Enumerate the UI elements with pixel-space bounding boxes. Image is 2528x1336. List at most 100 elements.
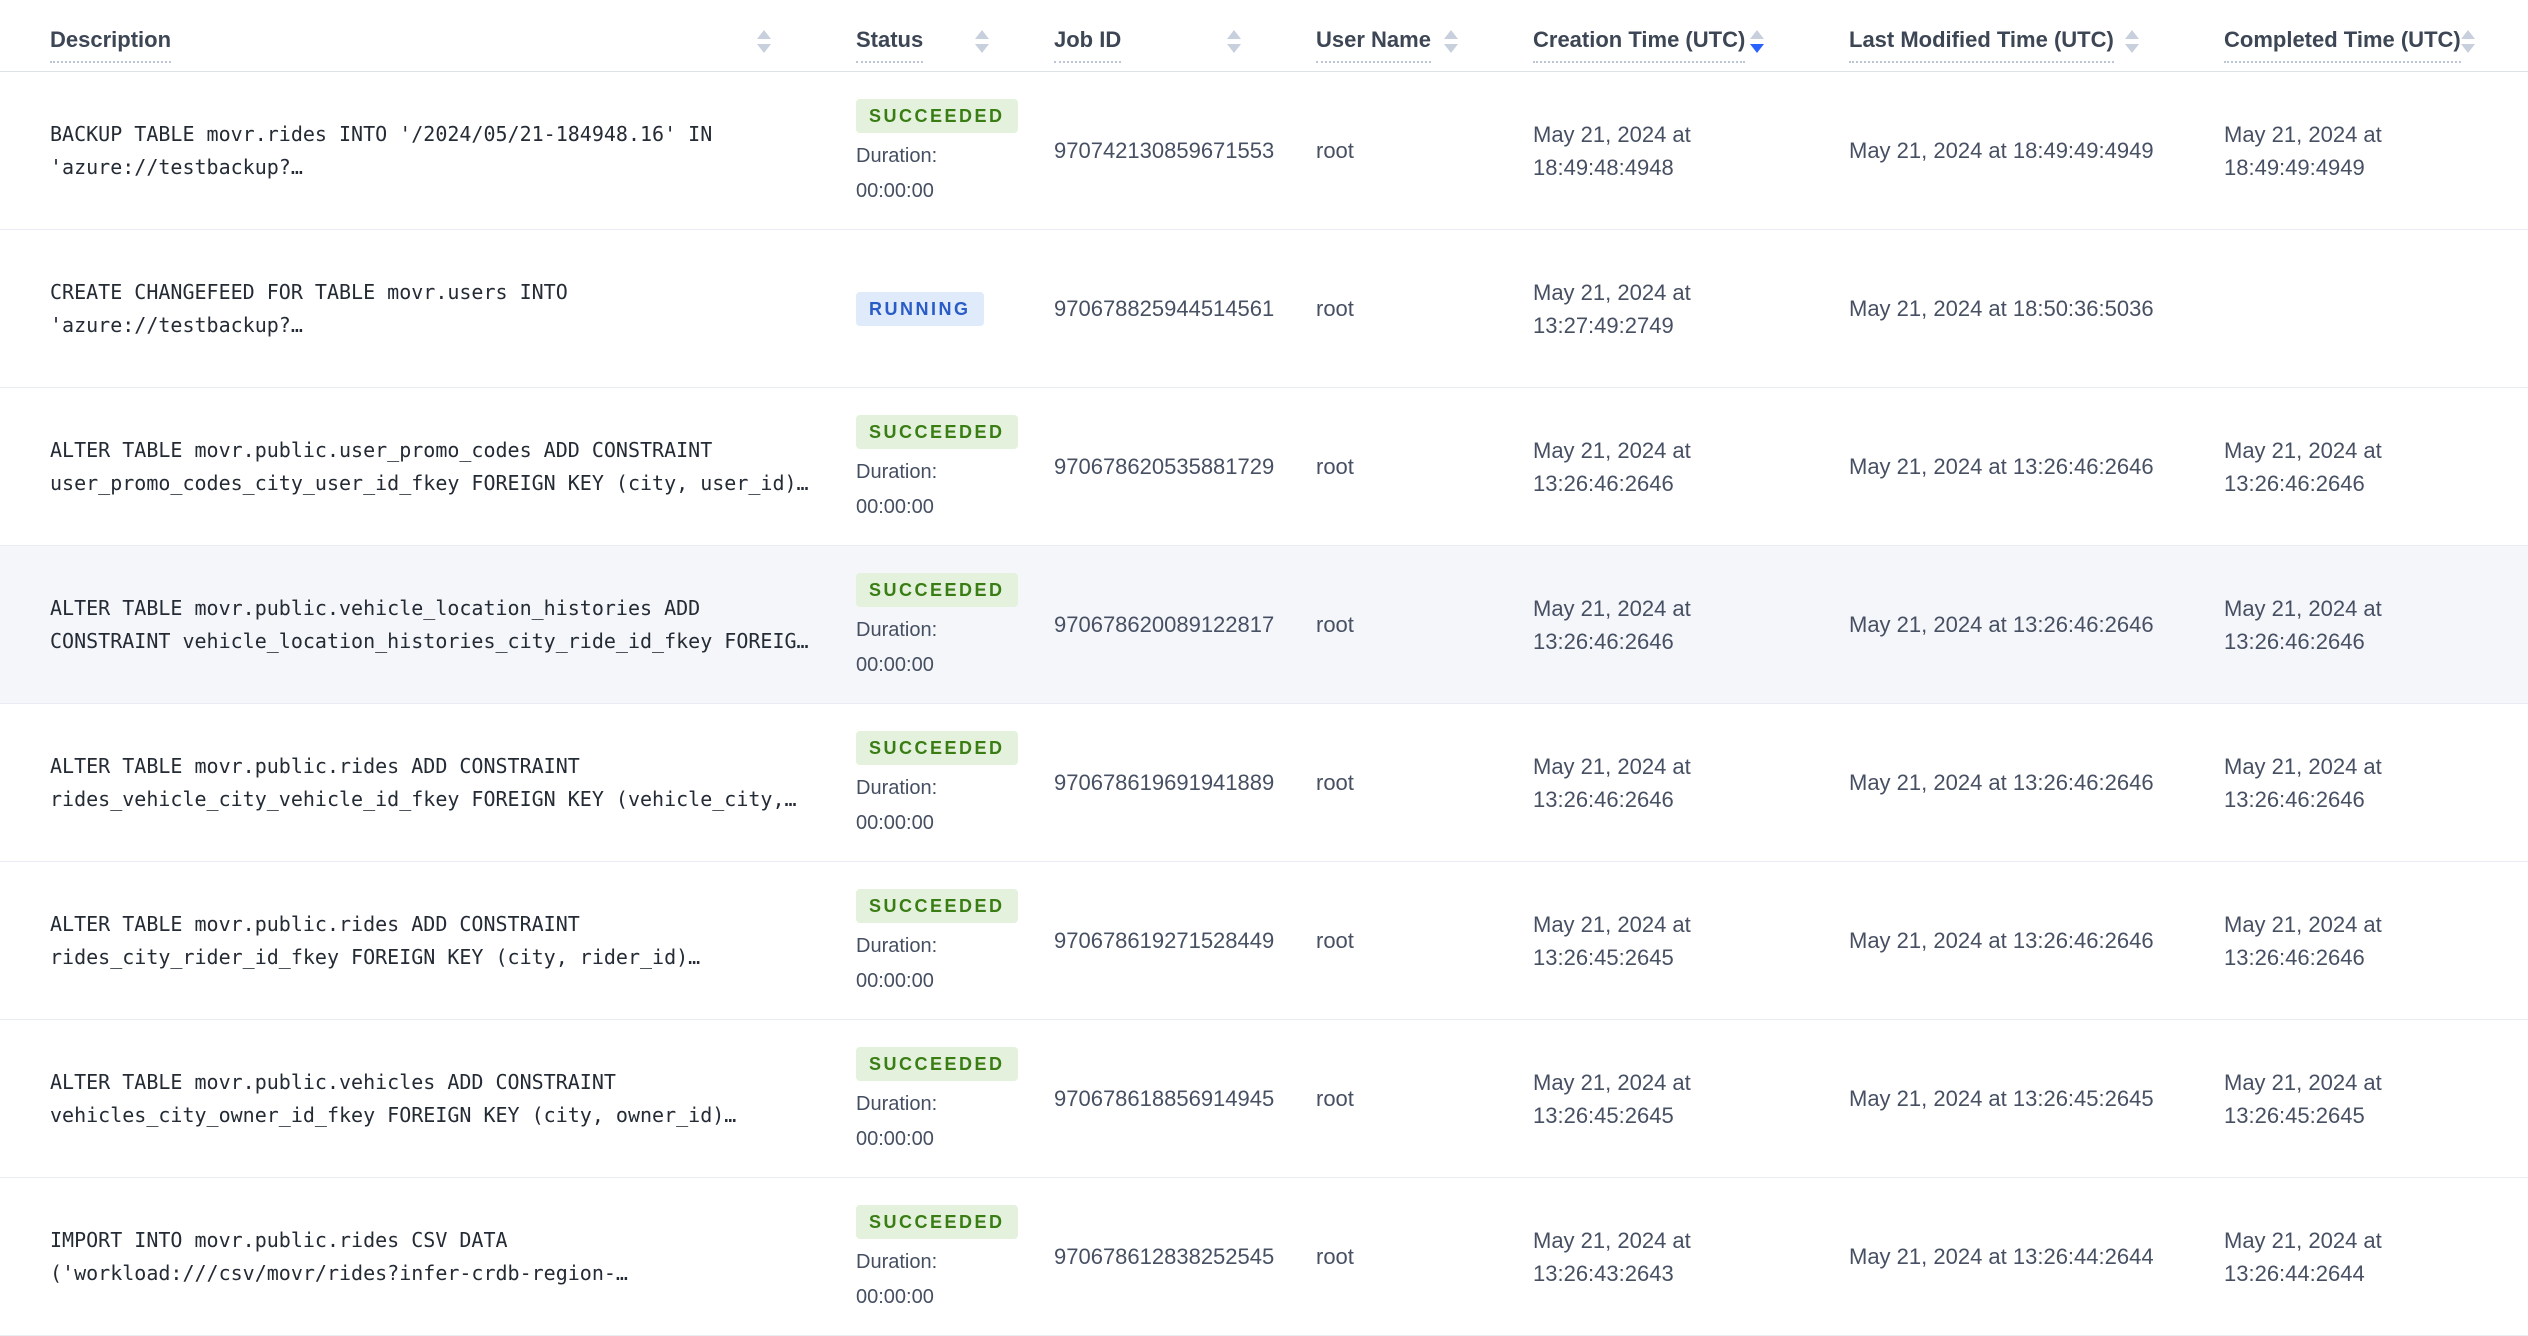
sort-control[interactable] bbox=[757, 28, 771, 53]
duration-label: Duration: bbox=[856, 1092, 938, 1115]
column-label-status: Status bbox=[856, 28, 924, 63]
creation-time: May 21, 2024 at 13:26:43:2643 bbox=[1533, 1227, 1691, 1286]
job-status-cell: SUCCEEDED Duration: 00:00:00 bbox=[856, 1020, 1054, 1177]
creation-time: May 21, 2024 at 18:49:48:4948 bbox=[1533, 121, 1691, 180]
duration-value: 00:00:00 bbox=[856, 179, 934, 202]
completed-time: May 21, 2024 at 13:26:46:2646 bbox=[2224, 437, 2382, 496]
sort-desc-icon[interactable] bbox=[975, 44, 989, 53]
job-id: 970678618856914945 bbox=[1054, 1086, 1275, 1111]
duration-label: Duration: bbox=[856, 618, 938, 641]
column-header-user-name[interactable]: User Name bbox=[1316, 0, 1533, 71]
status-badge: SUCCEEDED bbox=[856, 730, 1018, 765]
last-modified-time: May 21, 2024 at 13:26:46:2646 bbox=[1849, 770, 2154, 795]
status-badge: SUCCEEDED bbox=[856, 1046, 1018, 1081]
job-status-cell: SUCCEEDED Duration: 00:00:00 bbox=[856, 388, 1054, 545]
sort-control[interactable] bbox=[1227, 28, 1241, 53]
sort-desc-icon[interactable] bbox=[1227, 44, 1241, 53]
sort-asc-icon[interactable] bbox=[2125, 30, 2139, 39]
duration-label: Duration: bbox=[856, 776, 938, 799]
job-description-link[interactable]: ALTER TABLE movr.public.user_promo_codes… bbox=[0, 388, 856, 545]
sort-control[interactable] bbox=[1444, 28, 1458, 53]
column-header-description[interactable]: Description bbox=[0, 0, 856, 71]
job-status-cell: SUCCEEDED Duration: 00:00:00 bbox=[856, 704, 1054, 861]
job-status-cell: SUCCEEDED Duration: 00:00:00 bbox=[856, 546, 1054, 703]
table-row: ALTER TABLE movr.public.rides ADD CONSTR… bbox=[0, 704, 2528, 862]
sort-control[interactable] bbox=[975, 28, 989, 53]
status-badge: SUCCEEDED bbox=[856, 572, 1018, 607]
column-header-completed-time[interactable]: Completed Time (UTC) bbox=[2224, 0, 2528, 71]
job-id: 970678620535881729 bbox=[1054, 454, 1275, 479]
table-row: ALTER TABLE movr.public.rides ADD CONSTR… bbox=[0, 862, 2528, 1020]
last-modified-time: May 21, 2024 at 18:49:49:4949 bbox=[1849, 138, 2154, 163]
job-id: 970678619271528449 bbox=[1054, 928, 1275, 953]
column-header-last-modified-time[interactable]: Last Modified Time (UTC) bbox=[1849, 0, 2224, 71]
sort-asc-icon[interactable] bbox=[2460, 30, 2475, 39]
last-modified-time: May 21, 2024 at 13:26:46:2646 bbox=[1849, 454, 2154, 479]
sort-asc-icon[interactable] bbox=[757, 30, 771, 39]
column-header-job-id[interactable]: Job ID bbox=[1054, 0, 1316, 71]
job-description-link[interactable]: ALTER TABLE movr.public.rides ADD CONSTR… bbox=[0, 862, 856, 1019]
status-badge: SUCCEEDED bbox=[856, 888, 1018, 923]
sort-control[interactable] bbox=[2460, 28, 2475, 53]
job-id: 970678612838252545 bbox=[1054, 1244, 1275, 1269]
sort-desc-icon-active[interactable] bbox=[1750, 44, 1764, 53]
column-label-user-name: User Name bbox=[1316, 28, 1431, 63]
sort-asc-icon[interactable] bbox=[1750, 30, 1764, 39]
duration-value: 00:00:00 bbox=[856, 1285, 934, 1308]
sort-control-active[interactable] bbox=[1750, 28, 1764, 53]
table-row: ALTER TABLE movr.public.user_promo_codes… bbox=[0, 388, 2528, 546]
creation-time: May 21, 2024 at 13:26:45:2645 bbox=[1533, 1069, 1691, 1128]
sort-asc-icon[interactable] bbox=[1227, 30, 1241, 39]
status-badge: SUCCEEDED bbox=[856, 1204, 1018, 1239]
last-modified-time: May 21, 2024 at 18:50:36:5036 bbox=[1849, 296, 2154, 321]
status-badge: SUCCEEDED bbox=[856, 414, 1018, 449]
job-status-cell: RUNNING bbox=[856, 230, 1054, 387]
user-name: root bbox=[1316, 1244, 1354, 1269]
user-name: root bbox=[1316, 1086, 1354, 1111]
job-status-cell: SUCCEEDED Duration: 00:00:00 bbox=[856, 72, 1054, 229]
sort-desc-icon[interactable] bbox=[757, 44, 771, 53]
job-description-link[interactable]: ALTER TABLE movr.public.rides ADD CONSTR… bbox=[0, 704, 856, 861]
duration-value: 00:00:00 bbox=[856, 969, 934, 992]
column-label-creation-time: Creation Time (UTC) bbox=[1533, 28, 1746, 63]
job-status-cell: SUCCEEDED Duration: 00:00:00 bbox=[856, 1178, 1054, 1335]
column-header-creation-time[interactable]: Creation Time (UTC) bbox=[1533, 0, 1849, 71]
job-description-link[interactable]: ALTER TABLE movr.public.vehicles ADD CON… bbox=[0, 1020, 856, 1177]
job-description-link[interactable]: ALTER TABLE movr.public.vehicle_location… bbox=[0, 546, 856, 703]
job-description-link[interactable]: BACKUP TABLE movr.rides INTO '/2024/05/2… bbox=[0, 72, 856, 229]
table-header-row: Description Status Job ID User Name Crea… bbox=[0, 0, 2528, 72]
job-id: 970678825944514561 bbox=[1054, 296, 1275, 321]
column-header-status[interactable]: Status bbox=[856, 0, 1054, 71]
completed-time: May 21, 2024 at 13:26:46:2646 bbox=[2224, 753, 2382, 812]
user-name: root bbox=[1316, 296, 1354, 321]
sort-desc-icon[interactable] bbox=[1444, 44, 1458, 53]
duration-label: Duration: bbox=[856, 934, 938, 957]
sort-desc-icon[interactable] bbox=[2460, 44, 2475, 53]
user-name: root bbox=[1316, 928, 1354, 953]
job-id: 970678619691941889 bbox=[1054, 770, 1275, 795]
sort-desc-icon[interactable] bbox=[2125, 44, 2139, 53]
column-label-description: Description bbox=[50, 28, 172, 63]
table-row: CREATE CHANGEFEED FOR TABLE movr.users I… bbox=[0, 230, 2528, 388]
jobs-table: Description Status Job ID User Name Crea… bbox=[0, 0, 2528, 1336]
table-row: IMPORT INTO movr.public.rides CSV DATA (… bbox=[0, 1178, 2528, 1336]
column-label-completed-time: Completed Time (UTC) bbox=[2224, 28, 2461, 63]
completed-time bbox=[2224, 230, 2528, 387]
job-description-link[interactable]: CREATE CHANGEFEED FOR TABLE movr.users I… bbox=[0, 230, 856, 387]
creation-time: May 21, 2024 at 13:27:49:2749 bbox=[1533, 279, 1691, 338]
sort-asc-icon[interactable] bbox=[1444, 30, 1458, 39]
creation-time: May 21, 2024 at 13:26:46:2646 bbox=[1533, 437, 1691, 496]
creation-time: May 21, 2024 at 13:26:45:2645 bbox=[1533, 911, 1691, 970]
job-id: 970678620089122817 bbox=[1054, 612, 1275, 637]
sort-asc-icon[interactable] bbox=[975, 30, 989, 39]
user-name: root bbox=[1316, 138, 1354, 163]
last-modified-time: May 21, 2024 at 13:26:46:2646 bbox=[1849, 612, 2154, 637]
job-id: 970742130859671553 bbox=[1054, 138, 1275, 163]
sort-control[interactable] bbox=[2125, 28, 2139, 53]
last-modified-time: May 21, 2024 at 13:26:46:2646 bbox=[1849, 928, 2154, 953]
table-row: ALTER TABLE movr.public.vehicle_location… bbox=[0, 546, 2528, 704]
column-label-last-modified-time: Last Modified Time (UTC) bbox=[1849, 28, 2114, 63]
table-row: BACKUP TABLE movr.rides INTO '/2024/05/2… bbox=[0, 72, 2528, 230]
job-description-link[interactable]: IMPORT INTO movr.public.rides CSV DATA (… bbox=[0, 1178, 856, 1335]
duration-value: 00:00:00 bbox=[856, 811, 934, 834]
